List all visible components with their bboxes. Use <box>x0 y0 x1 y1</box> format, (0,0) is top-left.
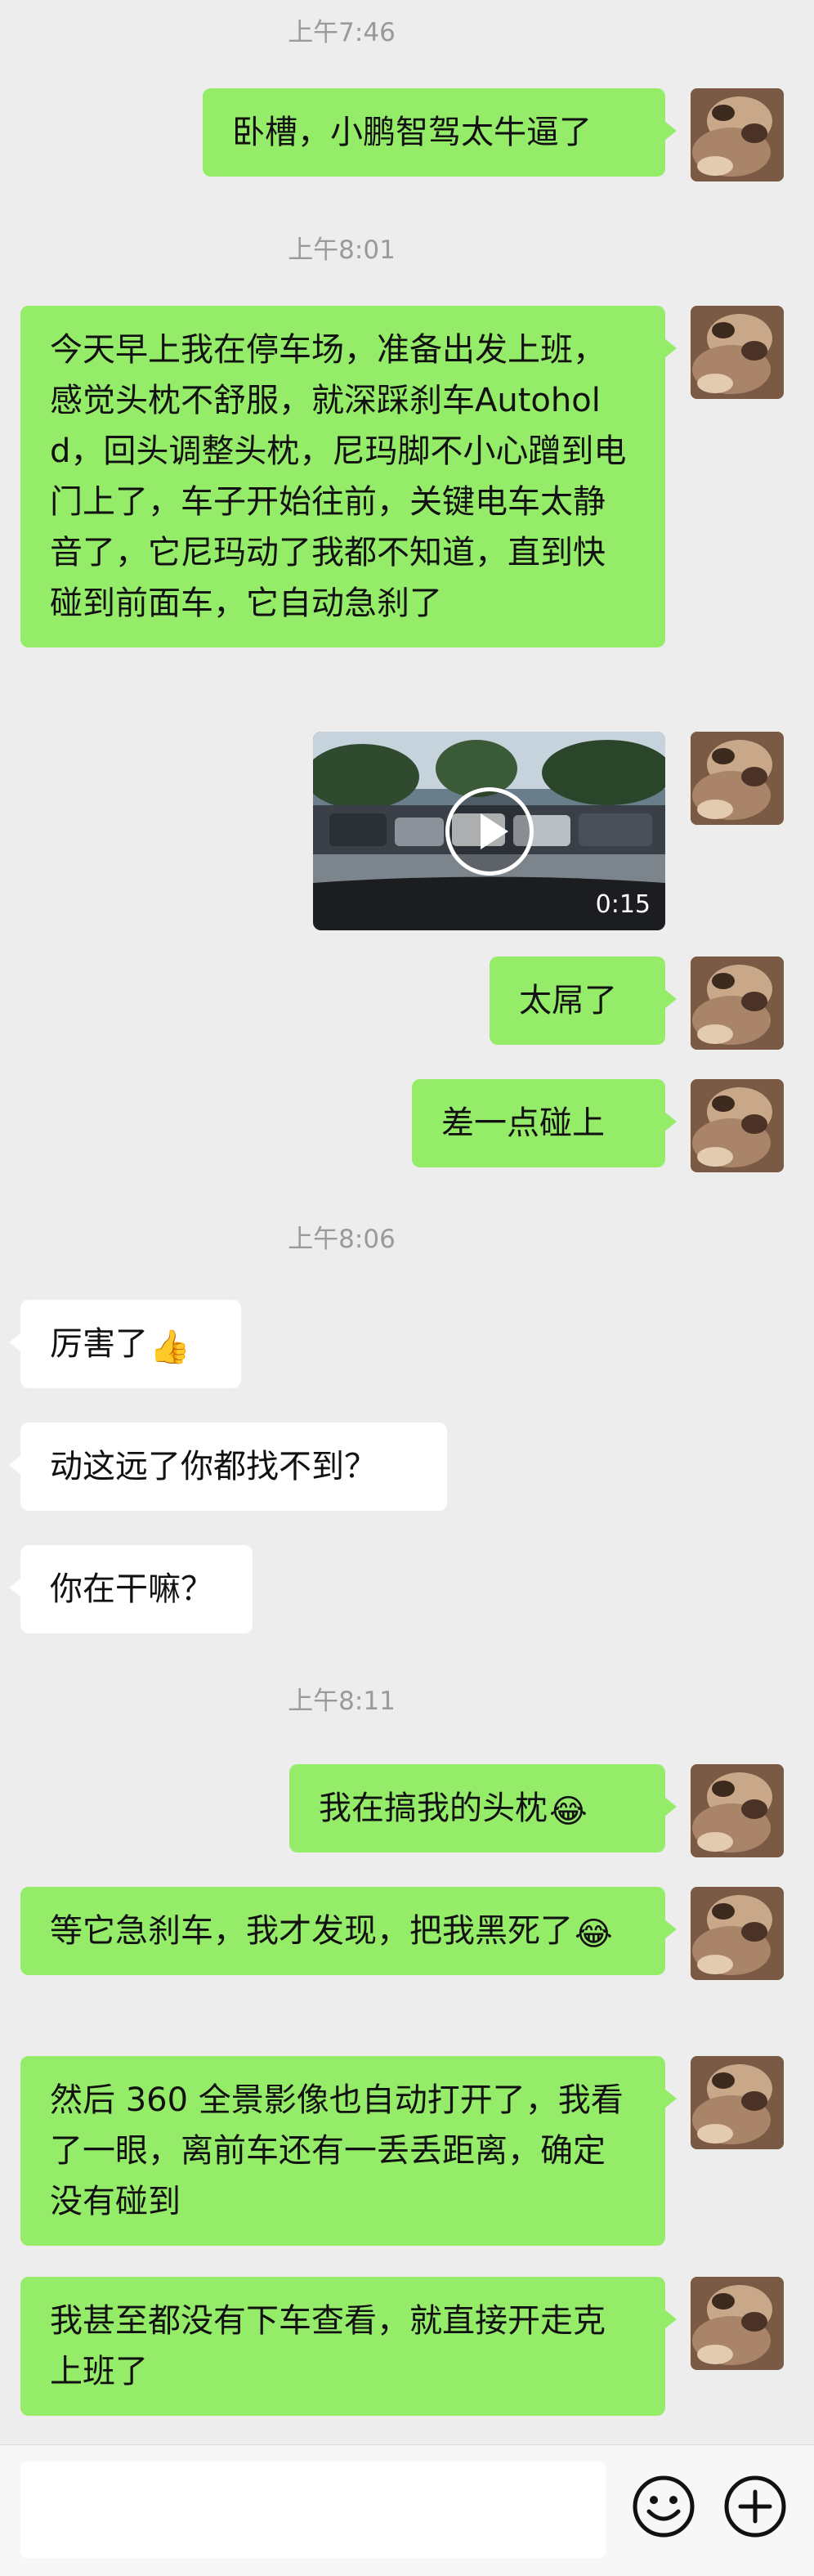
add-icon[interactable] <box>722 2474 788 2539</box>
avatar[interactable] <box>691 1887 784 1980</box>
avatar[interactable] <box>691 2056 784 2149</box>
message-text: 卧槽，小鹏智驾太牛逼了 <box>232 114 592 151</box>
outgoing-bubble[interactable]: 然后 360 全景影像也自动打开了，我看了一眼，离前车还有一丢丢距离，确定没有碰… <box>20 2056 677 2246</box>
incoming-bubble[interactable]: 你在干嘛？ <box>9 1545 253 1633</box>
avatar[interactable] <box>691 956 784 1050</box>
video-duration: 0:15 <box>595 890 651 919</box>
emoji-icon[interactable] <box>631 2474 696 2539</box>
message-text: 等它急刹车，我才发现，把我黑死了 <box>50 1912 573 1950</box>
video-message[interactable]: 0:15 <box>313 732 665 930</box>
outgoing-bubble[interactable]: 我甚至都没有下车查看，就直接开走克上班了 <box>20 2277 677 2416</box>
message-text: 然后 360 全景影像也自动打开了，我看了一眼，离前车还有一丢丢距离，确定没有碰… <box>50 2081 624 2220</box>
message-text: 我在搞我的头枕 <box>319 1790 548 1827</box>
message-text: 太屌了 <box>519 982 617 1019</box>
message-text: 我甚至都没有下车查看，就直接开走克上班了 <box>50 2302 606 2390</box>
play-icon[interactable] <box>445 787 534 876</box>
timestamp: 上午7:46 <box>288 18 396 47</box>
outgoing-bubble[interactable]: 等它急刹车，我才发现，把我黑死了😂 <box>20 1887 677 1975</box>
message-text: 厉害了 <box>50 1325 148 1363</box>
laughing-emoji: 😂 <box>575 1915 613 1953</box>
avatar[interactable] <box>691 1764 784 1857</box>
avatar[interactable] <box>691 1079 784 1172</box>
outgoing-bubble[interactable]: 差一点碰上 <box>412 1079 677 1167</box>
avatar[interactable] <box>691 732 784 825</box>
message-text: 你在干嘛？ <box>50 1570 213 1608</box>
laughing-emoji: 😂 <box>549 1793 588 1830</box>
outgoing-bubble[interactable]: 太屌了 <box>490 956 677 1045</box>
message-text: 差一点碰上 <box>441 1104 605 1142</box>
timestamp: 上午8:06 <box>288 1225 396 1254</box>
outgoing-bubble[interactable]: 今天早上我在停车场，准备出发上班，感觉头枕不舒服，就深踩刹车Autohold，回… <box>20 306 677 647</box>
avatar[interactable] <box>691 306 784 399</box>
avatar[interactable] <box>691 88 784 181</box>
timestamp: 上午8:11 <box>288 1687 396 1716</box>
message-input[interactable] <box>20 2462 606 2558</box>
message-text: 今天早上我在停车场，准备出发上班，感觉头枕不舒服，就深踩刹车Autohold，回… <box>50 331 627 622</box>
incoming-bubble[interactable]: 动这远了你都找不到？ <box>9 1422 447 1511</box>
outgoing-bubble[interactable]: 我在搞我的头枕😂 <box>289 1764 677 1852</box>
incoming-bubble[interactable]: 厉害了👍 <box>9 1300 241 1388</box>
timestamp: 上午8:01 <box>288 235 396 265</box>
thumbs-up-emoji: 👍 <box>150 1328 190 1366</box>
chat-area[interactable]: 上午7:46 卧槽，小鹏智驾太牛逼了 上午8:01 今天早上我在停车场，准备出发… <box>0 0 814 2444</box>
message-text: 动这远了你都找不到？ <box>50 1448 377 1485</box>
input-bar <box>0 2444 814 2576</box>
avatar[interactable] <box>691 2277 784 2370</box>
outgoing-bubble[interactable]: 卧槽，小鹏智驾太牛逼了 <box>203 88 677 177</box>
